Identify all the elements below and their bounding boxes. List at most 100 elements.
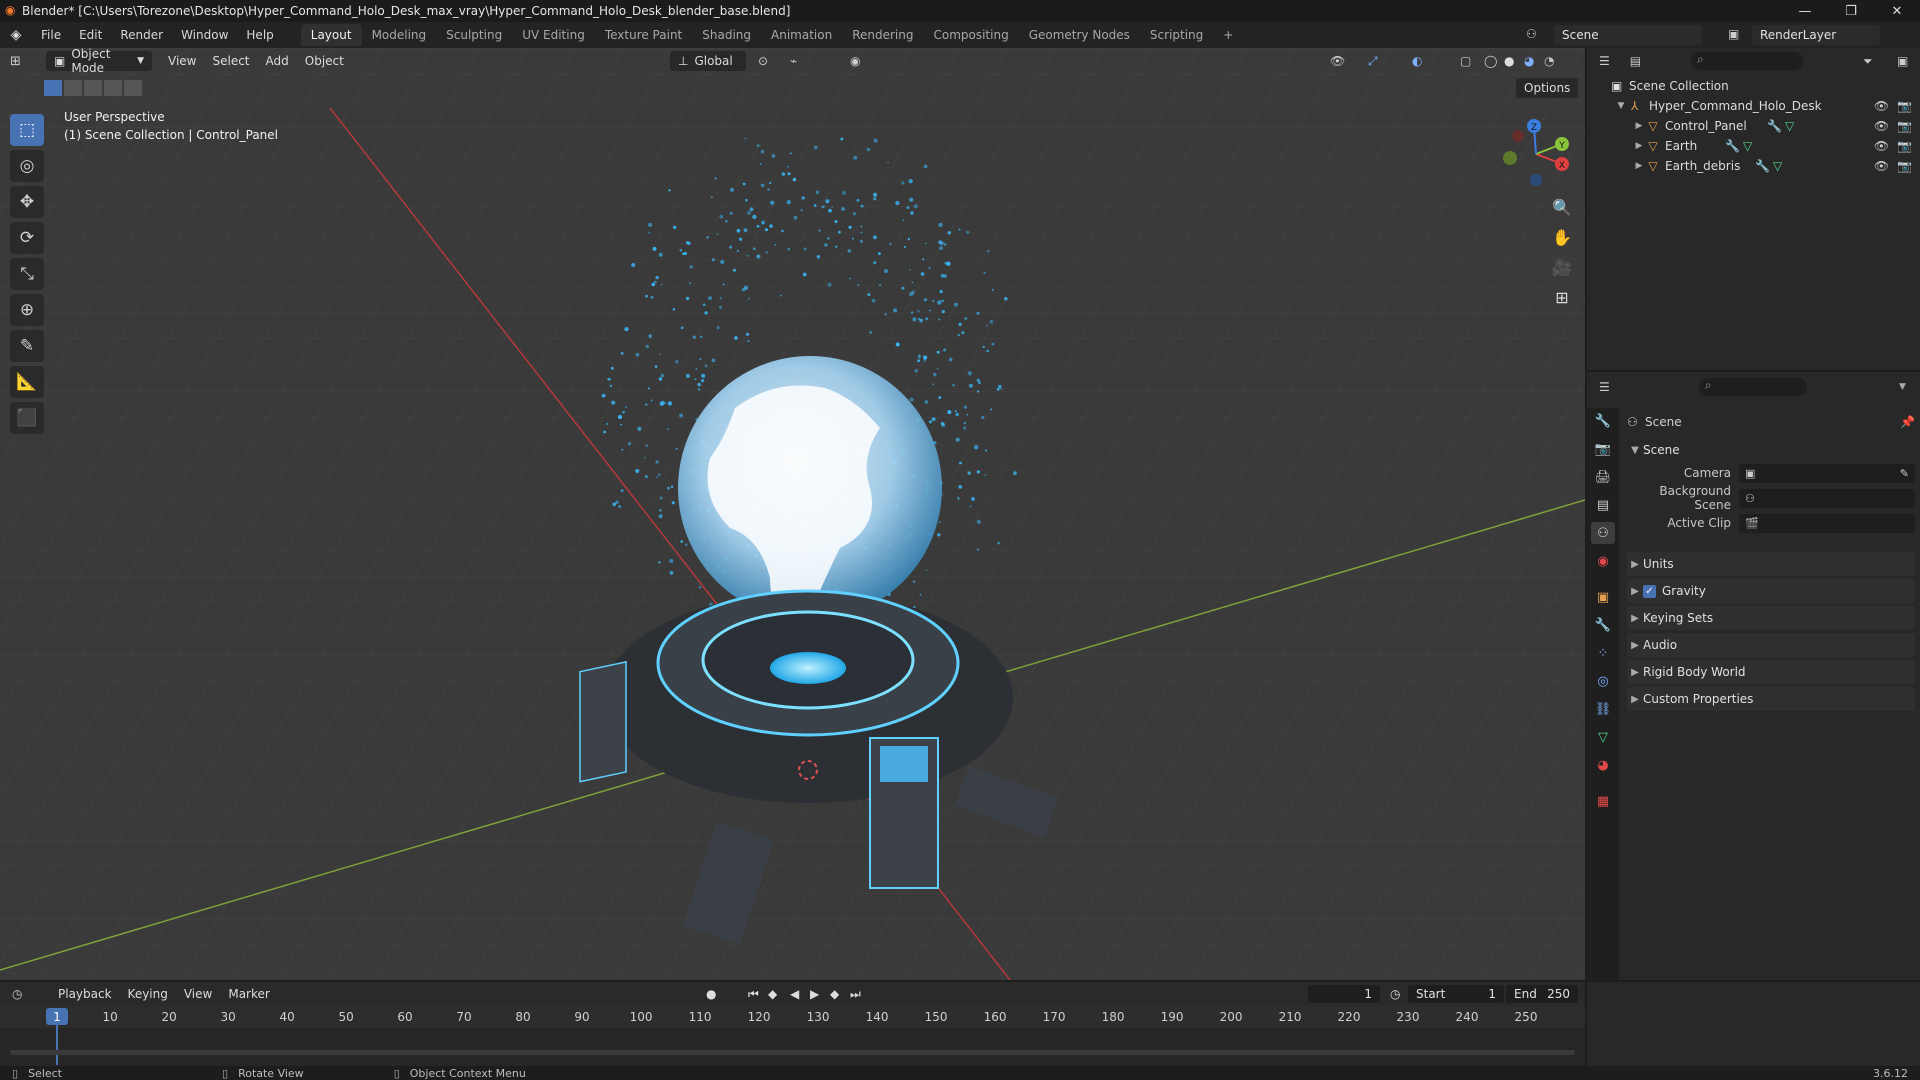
view-layer-icon[interactable]: ▣ (1728, 27, 1739, 41)
camera-view-icon[interactable]: 🎥 (1548, 254, 1576, 280)
camera-field[interactable]: ▣ ✎ (1739, 463, 1915, 483)
frame-ruler[interactable]: 1 10 20 30 40 50 60 70 80 90 100 110 120 130 140 150 160… (0, 1006, 1585, 1065)
units-panel-header[interactable]: ▶ Units (1627, 552, 1915, 576)
pivot-icon[interactable]: ⊙ (758, 54, 768, 68)
tab-output[interactable]: 🖨 (1591, 466, 1615, 488)
gravity-panel-header[interactable]: ▶ ✓ Gravity (1627, 579, 1915, 603)
camera-icon[interactable]: 📷 (1897, 99, 1912, 113)
tab-modifiers[interactable]: 🔧 (1591, 614, 1615, 636)
select-invert-icon[interactable] (104, 80, 122, 96)
scene-selector[interactable]: Scene (1554, 25, 1702, 45)
tab-geometry-nodes[interactable]: Geometry Nodes (1019, 24, 1140, 46)
view-layer-selector[interactable]: RenderLayer (1752, 25, 1880, 45)
properties-search-input[interactable]: ⌕ (1699, 378, 1807, 396)
eyedropper-icon[interactable]: ✎ (1900, 467, 1909, 480)
select-new-icon[interactable] (44, 80, 62, 96)
add-workspace-button[interactable]: + (1213, 24, 1243, 46)
active-clip-field[interactable]: 🎬 (1739, 513, 1915, 533)
end-frame-field[interactable]: End 250 (1506, 985, 1578, 1003)
menu-view[interactable]: View (160, 51, 204, 71)
timeline-scrollbar[interactable] (10, 1050, 1575, 1055)
maximize-button[interactable]: ❐ (1828, 0, 1874, 22)
solid-shading-icon[interactable]: ● (1504, 54, 1514, 68)
tab-object[interactable]: ▣ (1591, 586, 1615, 608)
scale-tool[interactable]: ⤡ (10, 258, 44, 290)
scene-icon[interactable]: ⚇ (1526, 27, 1537, 41)
camera-icon[interactable]: 📷 (1897, 119, 1912, 133)
outliner-collection-row[interactable]: ▼ ⅄ Hyper_Command_Holo_Desk 👁 📷 (1587, 96, 1920, 116)
new-collection-icon[interactable]: ▣ (1897, 54, 1908, 68)
outliner-scene-collection[interactable]: ▣ Scene Collection (1587, 76, 1920, 96)
rigid-body-world-panel-header[interactable]: ▶ Rigid Body World (1627, 660, 1915, 684)
play-reverse-icon[interactable]: ◀ (790, 987, 799, 1001)
select-intersect-icon[interactable] (124, 80, 142, 96)
tab-uv-editing[interactable]: UV Editing (512, 24, 595, 46)
gravity-checkbox[interactable]: ✓ (1643, 584, 1656, 598)
eye-icon[interactable]: 👁 (1874, 159, 1889, 173)
menu-keying[interactable]: Keying (120, 984, 176, 1004)
tab-world[interactable]: ◉ (1591, 550, 1615, 572)
chevron-down-icon[interactable]: ▼ (1899, 382, 1906, 392)
eye-icon[interactable]: 👁 (1874, 99, 1889, 113)
grid-perspective-icon[interactable]: ⊞ (1548, 284, 1576, 310)
tab-sculpting[interactable]: Sculpting (436, 24, 512, 46)
menu-playback[interactable]: Playback (50, 984, 120, 1004)
options-dropdown[interactable]: Options (1516, 78, 1578, 98)
timeline-editor-icon[interactable]: ◷ (12, 987, 40, 1001)
menu-marker[interactable]: Marker (220, 984, 277, 1004)
wireframe-shading-icon[interactable]: ◯ (1484, 54, 1497, 68)
gizmo-toggle-icon[interactable]: ⤢ (1368, 54, 1378, 69)
proportional-edit-icon[interactable]: ◉ (850, 54, 860, 68)
snap-icon[interactable]: ⌁ (790, 54, 797, 68)
transform-tool[interactable]: ⊕ (10, 294, 44, 326)
menu-window[interactable]: Window (172, 28, 237, 42)
visibility-icon[interactable]: 👁 (1330, 54, 1345, 68)
scene-panel-header[interactable]: ▼ Scene (1627, 438, 1915, 462)
eye-icon[interactable]: 👁 (1874, 139, 1889, 153)
expand-right-icon[interactable]: ▶ (1633, 121, 1645, 131)
audio-panel-header[interactable]: ▶ Audio (1627, 633, 1915, 657)
measure-tool[interactable]: 📐 (10, 366, 44, 398)
menu-timeline-view[interactable]: View (176, 984, 220, 1004)
tab-data[interactable]: ▽ (1591, 726, 1615, 748)
overlay-toggle-icon[interactable]: ◐ (1412, 54, 1422, 68)
outliner-object-earth[interactable]: ▶ ▽ Earth 🔧 ▽ 👁 📷 (1587, 136, 1920, 156)
zoom-icon[interactable]: 🔍 (1548, 194, 1576, 220)
next-keyframe-icon[interactable]: ◆ (830, 987, 839, 1001)
outliner-search-input[interactable]: ⌕ (1691, 52, 1803, 70)
tab-shading[interactable]: Shading (692, 24, 761, 46)
xray-icon[interactable]: ▢ (1460, 54, 1471, 68)
transform-orientation-dropdown[interactable]: ⊥ Global (670, 51, 746, 71)
tab-view-layer[interactable]: ▤ (1591, 494, 1615, 516)
record-icon[interactable]: ● (706, 987, 716, 1001)
tab-modeling[interactable]: Modeling (362, 24, 437, 46)
custom-properties-panel-header[interactable]: ▶ Custom Properties (1627, 687, 1915, 711)
select-subtract-icon[interactable] (84, 80, 102, 96)
tab-rendering[interactable]: Rendering (842, 24, 923, 46)
add-cube-tool[interactable]: ⬛ (10, 402, 44, 434)
select-box-tool[interactable]: ⬚ (10, 114, 44, 146)
outliner-editor-icon[interactable]: ☰ (1599, 54, 1610, 68)
expand-right-icon[interactable]: ▶ (1633, 161, 1645, 171)
tab-scene[interactable]: ⚇ (1591, 522, 1615, 544)
menu-add[interactable]: Add (258, 51, 297, 71)
navigation-gizmo[interactable]: X Y Z (1496, 114, 1576, 194)
pin-icon[interactable]: 📌 (1900, 415, 1915, 429)
rendered-shading-icon[interactable]: ◔ (1544, 54, 1554, 68)
menu-edit[interactable]: Edit (70, 28, 111, 42)
rotate-tool[interactable]: ⟳ (10, 222, 44, 254)
close-button[interactable]: ✕ (1874, 0, 1920, 22)
outliner-object-control-panel[interactable]: ▶ ▽ Control_Panel 🔧 ▽ 👁 📷 (1587, 116, 1920, 136)
tab-physics[interactable]: ◎ (1591, 670, 1615, 692)
prev-keyframe-icon[interactable]: ◆ (768, 987, 777, 1001)
cursor-tool[interactable]: ◎ (10, 150, 44, 182)
menu-help[interactable]: Help (237, 28, 282, 42)
tab-particles[interactable]: ⁘ (1591, 642, 1615, 664)
minimize-button[interactable]: — (1782, 0, 1828, 22)
jump-start-icon[interactable]: ⏮ (748, 987, 759, 1002)
tab-render[interactable]: 📷 (1591, 438, 1615, 460)
tab-layout[interactable]: Layout (300, 24, 362, 46)
tab-animation[interactable]: Animation (761, 24, 842, 46)
tab-texture-paint[interactable]: Texture Paint (595, 24, 692, 46)
tab-material[interactable]: ◕ (1591, 754, 1615, 776)
